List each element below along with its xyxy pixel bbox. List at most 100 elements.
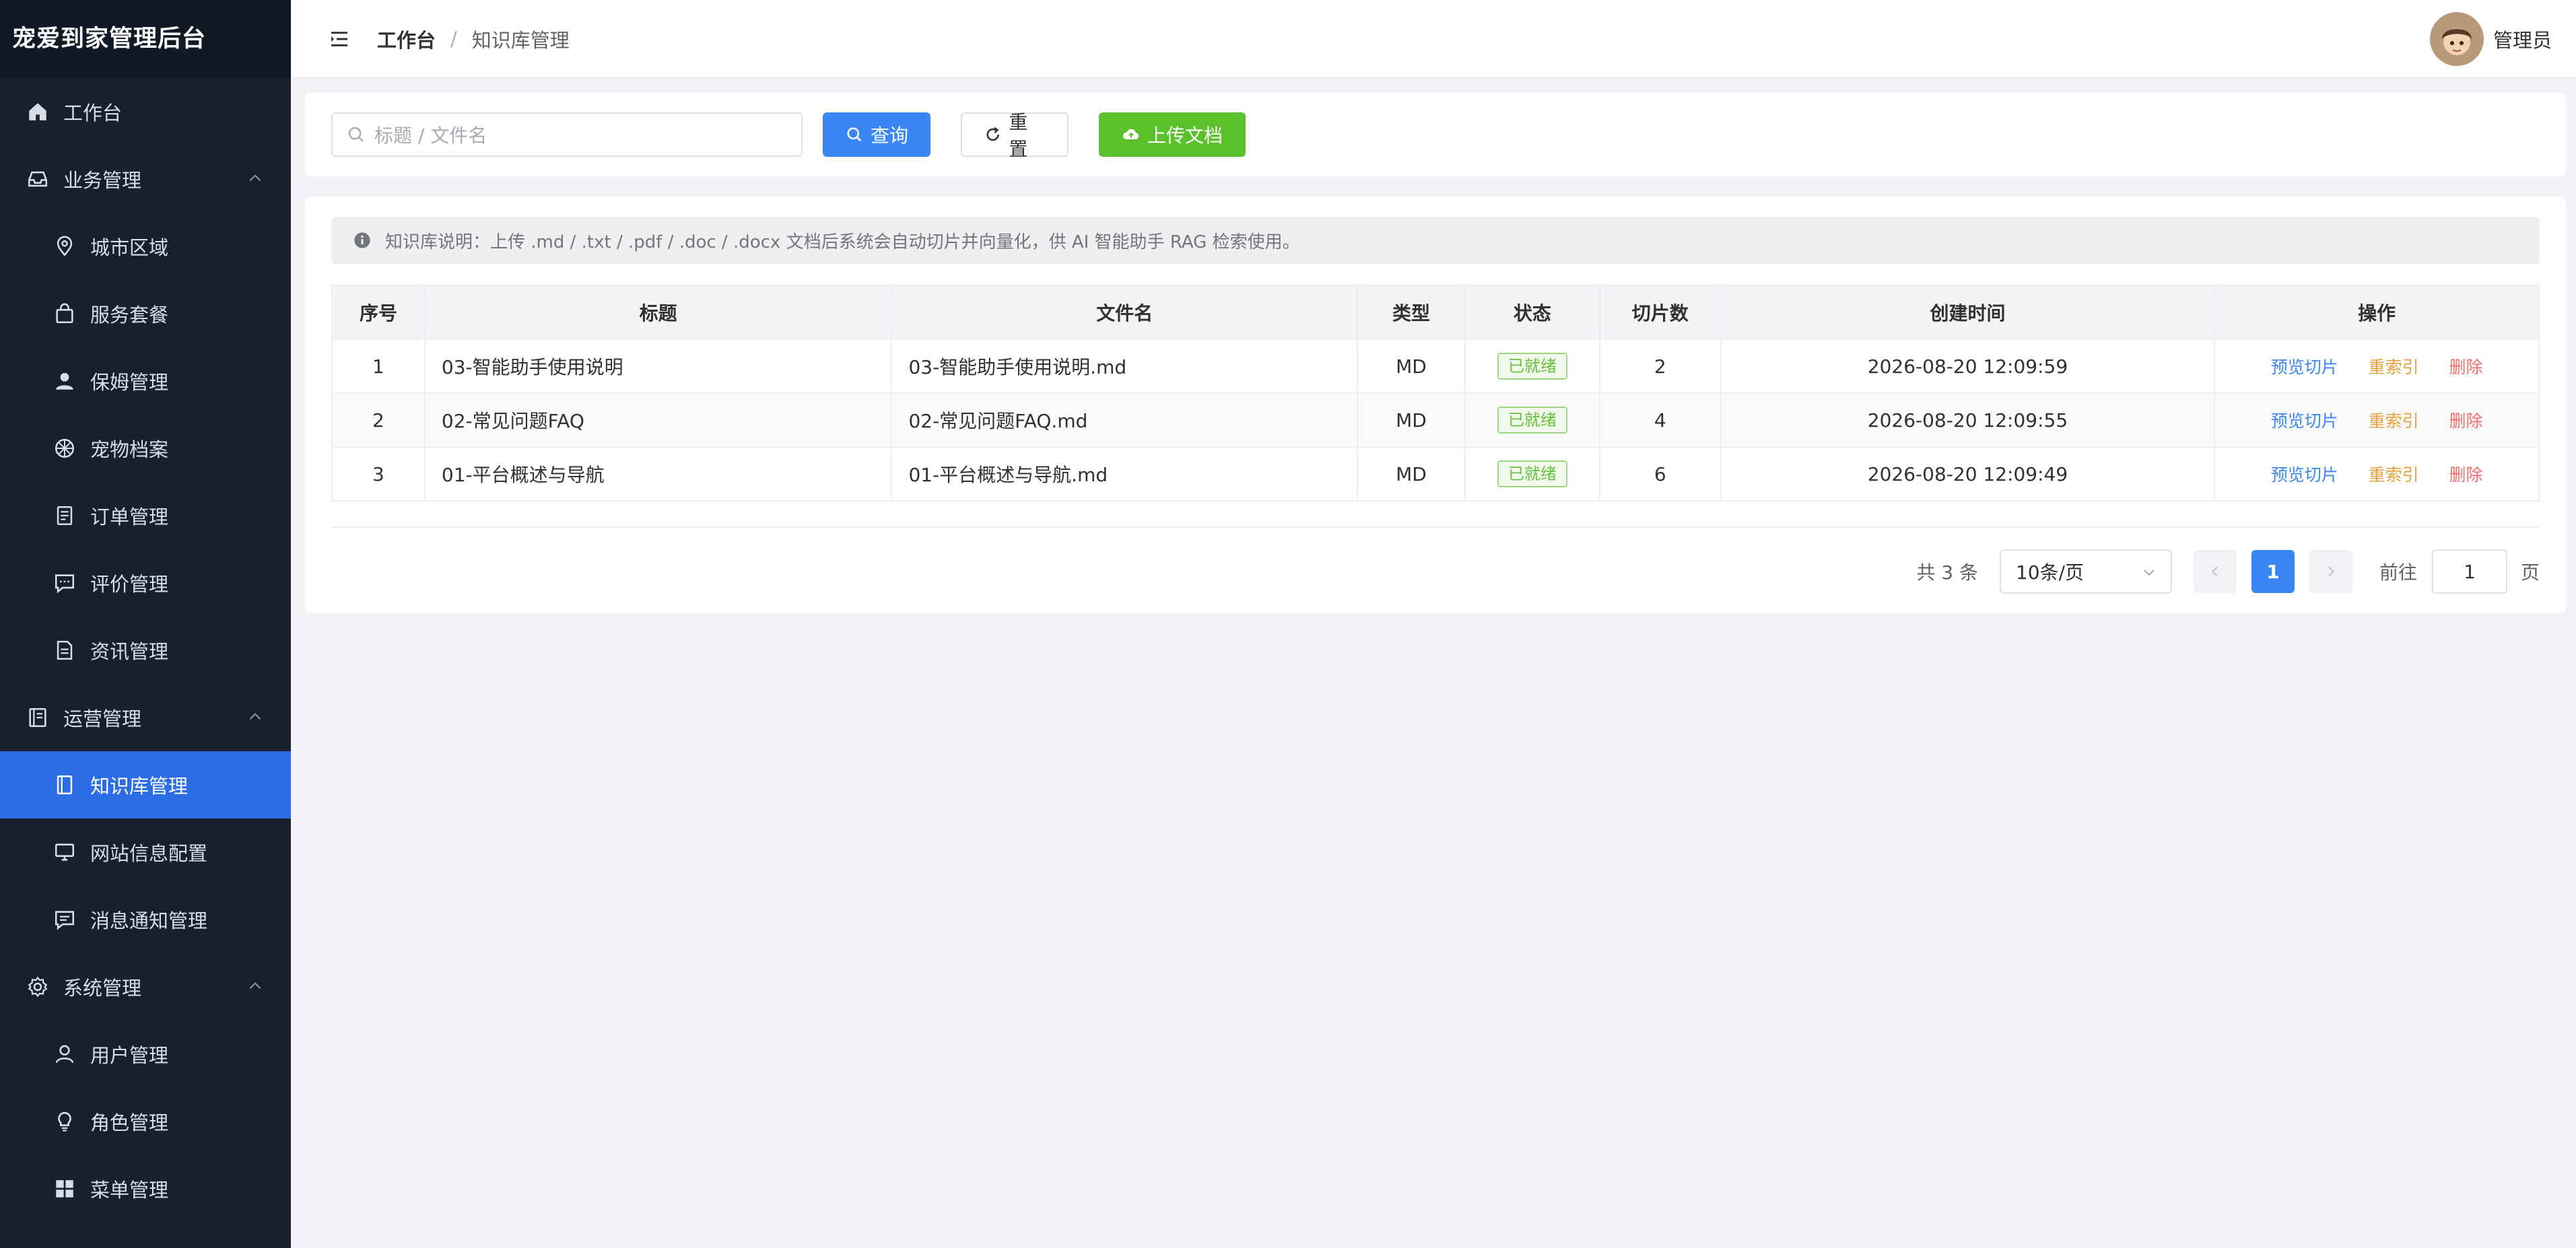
status-badge: 已就绪 bbox=[1497, 407, 1567, 434]
delete-link[interactable]: 删除 bbox=[2449, 411, 2483, 431]
sidebar-item-orders[interactable]: 订单管理 bbox=[0, 482, 291, 549]
sidebar-item-label: 菜单管理 bbox=[90, 1179, 169, 1202]
sidebar-item-label: 订单管理 bbox=[90, 506, 169, 528]
location-icon bbox=[53, 234, 77, 258]
preview-chunks-link[interactable]: 预览切片 bbox=[2271, 411, 2338, 431]
column-header: 序号 bbox=[331, 285, 426, 340]
table-row: 1 03-智能助手使用说明 03-智能助手使用说明.md MD 已就绪 2 20… bbox=[331, 339, 2540, 394]
preview-chunks-link[interactable]: 预览切片 bbox=[2271, 357, 2338, 377]
cell-status: 已就绪 bbox=[1464, 392, 1600, 448]
pagination-total: 共 3 条 bbox=[1916, 561, 1978, 584]
next-page-button[interactable] bbox=[2309, 550, 2352, 593]
user-outline-icon bbox=[53, 1042, 77, 1066]
prev-page-button[interactable] bbox=[2193, 550, 2237, 593]
reindex-link[interactable]: 重索引 bbox=[2369, 465, 2419, 485]
reindex-link[interactable]: 重索引 bbox=[2369, 411, 2419, 431]
news-icon bbox=[53, 638, 77, 662]
user-menu[interactable]: 管理员 bbox=[2429, 12, 2552, 66]
column-header: 创建时间 bbox=[1720, 285, 2216, 340]
info-icon bbox=[354, 232, 370, 248]
sidebar-item-label: 保姆管理 bbox=[90, 371, 169, 394]
sidebar-item-site-config[interactable]: 网站信息配置 bbox=[0, 819, 291, 886]
sidebar-item-notifications[interactable]: 消息通知管理 bbox=[0, 886, 291, 953]
monitor-icon bbox=[53, 840, 77, 864]
cell-created: 2026-08-20 12:09:59 bbox=[1720, 339, 2216, 394]
sidebar-item-reviews[interactable]: 评价管理 bbox=[0, 549, 291, 617]
app-title: 宠爱到家管理后台 bbox=[0, 0, 291, 78]
cell-title: 03-智能助手使用说明 bbox=[423, 339, 893, 394]
goto-page-input[interactable]: 1 bbox=[2431, 549, 2507, 594]
cell-actions: 预览切片 重索引 删除 bbox=[2214, 392, 2540, 448]
sidebar-group-label: 运营管理 bbox=[63, 707, 142, 730]
table-header-row: 序号 标题 文件名 类型 状态 切片数 创建时间 操作 bbox=[331, 285, 2540, 340]
cell-chunks: 4 bbox=[1598, 392, 1722, 448]
sidebar-item-package[interactable]: 服务套餐 bbox=[0, 280, 291, 347]
chevron-right-icon bbox=[2328, 566, 2335, 577]
sidebar-item-roles[interactable]: 角色管理 bbox=[0, 1088, 291, 1155]
message-icon bbox=[53, 907, 77, 932]
cell-type: MD bbox=[1357, 339, 1466, 394]
sidebar-item-label: 评价管理 bbox=[90, 573, 169, 596]
search-input[interactable]: 标题 / 文件名 bbox=[331, 112, 803, 157]
sidebar-group-business[interactable]: 业务管理 bbox=[0, 145, 291, 213]
goto-label: 前往 bbox=[2379, 561, 2417, 584]
sidebar-item-news[interactable]: 资讯管理 bbox=[0, 617, 291, 684]
bag-icon bbox=[53, 302, 77, 326]
menu-toggle-icon[interactable] bbox=[329, 28, 350, 50]
breadcrumb-home[interactable]: 工作台 bbox=[377, 25, 436, 53]
column-header: 状态 bbox=[1464, 285, 1600, 340]
cell-actions: 预览切片 重索引 删除 bbox=[2214, 339, 2540, 394]
reset-button[interactable]: 重置 bbox=[961, 111, 1069, 160]
delete-link[interactable]: 删除 bbox=[2449, 465, 2483, 485]
cell-index: 1 bbox=[331, 339, 426, 394]
sidebar-group-label: 系统管理 bbox=[63, 977, 142, 1000]
sidebar-item-label: 网站信息配置 bbox=[90, 842, 208, 865]
cell-type: MD bbox=[1357, 392, 1466, 448]
search-icon bbox=[847, 127, 862, 142]
page-number-button[interactable]: 1 bbox=[2251, 550, 2295, 593]
sidebar-item-menus[interactable]: 菜单管理 bbox=[0, 1155, 291, 1222]
preview-chunks-link[interactable]: 预览切片 bbox=[2271, 465, 2338, 485]
upload-button-label: 上传文档 bbox=[1147, 125, 1223, 147]
document-icon bbox=[53, 504, 77, 528]
column-header: 标题 bbox=[423, 285, 893, 340]
query-button[interactable]: 查询 bbox=[823, 112, 930, 157]
search-icon bbox=[348, 127, 364, 142]
cell-index: 3 bbox=[331, 446, 426, 501]
sidebar-item-label: 用户管理 bbox=[90, 1044, 169, 1067]
cell-filename: 02-常见问题FAQ.md bbox=[891, 392, 1359, 448]
delete-link[interactable]: 删除 bbox=[2449, 357, 2483, 377]
reindex-link[interactable]: 重索引 bbox=[2369, 357, 2419, 377]
sidebar-item-label: 角色管理 bbox=[90, 1111, 169, 1134]
sidebar-item-pet[interactable]: 宠物档案 bbox=[0, 415, 291, 482]
knowledge-table: 序号 标题 文件名 类型 状态 切片数 创建时间 操作 1 03-智能助手使用说… bbox=[331, 285, 2540, 501]
sidebar-item-city[interactable]: 城市区域 bbox=[0, 213, 291, 280]
sidebar-group-system[interactable]: 系统管理 bbox=[0, 953, 291, 1020]
sidebar-item-label: 资讯管理 bbox=[90, 640, 169, 663]
avatar[interactable] bbox=[2429, 12, 2484, 66]
column-header: 操作 bbox=[2214, 285, 2540, 340]
pagination: 共 3 条 10条/页 1 前往 1 页 bbox=[1916, 549, 2540, 594]
chat-icon bbox=[53, 571, 77, 595]
sidebar-group-operations[interactable]: 运营管理 bbox=[0, 684, 291, 751]
page-size-select[interactable]: 10条/页 bbox=[1999, 549, 2172, 594]
sidebar-item-nanny[interactable]: 保姆管理 bbox=[0, 347, 291, 415]
sidebar-item-knowledge-base[interactable]: 知识库管理 bbox=[0, 751, 291, 819]
grid-icon bbox=[53, 1177, 77, 1201]
sidebar-item-label: 城市区域 bbox=[90, 236, 169, 259]
column-header: 文件名 bbox=[891, 285, 1359, 340]
divider bbox=[331, 526, 2540, 528]
cell-status: 已就绪 bbox=[1464, 446, 1600, 501]
gear-icon bbox=[26, 975, 50, 999]
sidebar-item-users[interactable]: 用户管理 bbox=[0, 1020, 291, 1088]
sidebar-item-label: 知识库管理 bbox=[90, 775, 189, 798]
sidebar-item-dashboard[interactable]: 工作台 bbox=[0, 78, 291, 145]
table-row: 2 02-常见问题FAQ 02-常见问题FAQ.md MD 已就绪 4 2026… bbox=[331, 392, 2540, 448]
column-header: 类型 bbox=[1357, 285, 1466, 340]
chevron-left-icon bbox=[2211, 566, 2218, 577]
upload-document-button[interactable]: 上传文档 bbox=[1099, 112, 1246, 157]
status-badge: 已就绪 bbox=[1497, 460, 1567, 487]
user-name: 管理员 bbox=[2493, 29, 2552, 52]
status-badge: 已就绪 bbox=[1497, 353, 1567, 380]
cell-created: 2026-08-20 12:09:55 bbox=[1720, 392, 2216, 448]
